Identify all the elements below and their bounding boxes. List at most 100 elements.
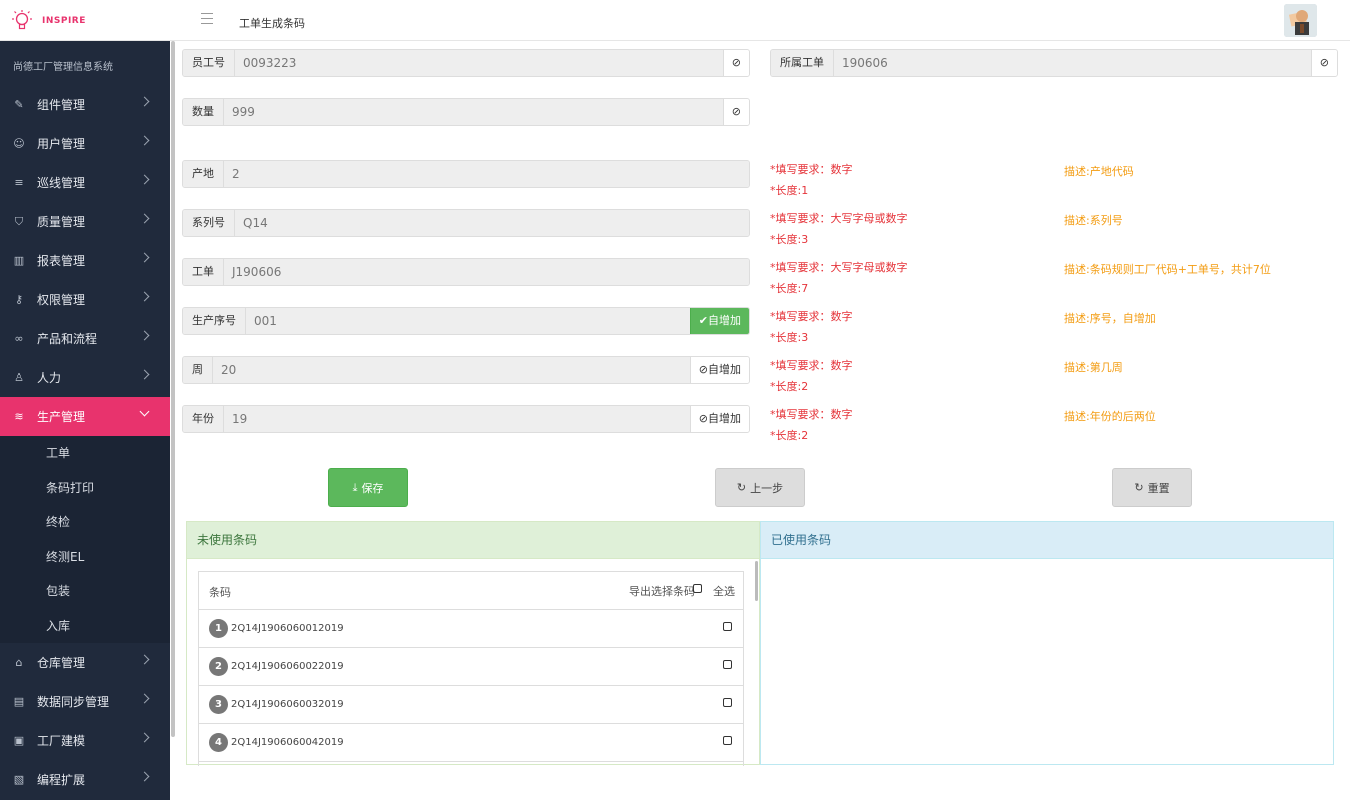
sidebar-item-top-3[interactable]: ⛉ 质量管理 bbox=[0, 202, 170, 241]
barcode-value: 2Q14J1906060032019 bbox=[231, 699, 344, 710]
work-order-ref-label: 所属工单 bbox=[771, 50, 834, 76]
series-req-text: *填写要求：大写字母或数字 bbox=[770, 212, 908, 225]
chevron-right-icon bbox=[139, 732, 150, 743]
table-row: 1 2Q14J1906060012019 bbox=[199, 610, 743, 648]
week-input[interactable]: 20 bbox=[213, 357, 690, 383]
row-checkbox[interactable] bbox=[723, 698, 732, 707]
sidebar-item-label: 质量管理 bbox=[37, 215, 86, 229]
select-all-label: 全选 bbox=[713, 585, 735, 598]
sidebar-item-top-4[interactable]: ▥ 报表管理 bbox=[0, 241, 170, 280]
week-req-text: *填写要求：数字 bbox=[770, 359, 853, 372]
save-button[interactable]: ⤓ 保存 bbox=[328, 468, 408, 507]
sidebar-subitem-2[interactable]: 终检 bbox=[0, 505, 170, 540]
quantity-label: 数量 bbox=[183, 99, 224, 125]
system-name: 尚德工厂管理信息系统 bbox=[13, 62, 113, 73]
row-checkbox[interactable] bbox=[723, 736, 732, 745]
prev-step-button-label: 上一步 bbox=[750, 481, 784, 495]
sidebar-item-top-1[interactable]: ☺ 用户管理 bbox=[0, 124, 170, 163]
user-icon: ♙ bbox=[14, 371, 24, 384]
sidebar-item-bottom-0[interactable]: ⌂ 仓库管理 bbox=[0, 643, 170, 682]
sidebar-subitem-4[interactable]: 包装 bbox=[0, 574, 170, 609]
sidebar-subitem-1[interactable]: 条码打印 bbox=[0, 471, 170, 506]
work-order-ref-clear-button[interactable]: ⊘ bbox=[1310, 50, 1337, 76]
sidebar-item-top-5[interactable]: ⚷ 权限管理 bbox=[0, 280, 170, 319]
year-field: 年份 19 ⊘自增加 bbox=[182, 405, 750, 433]
serial-input[interactable]: 001 bbox=[246, 308, 690, 334]
employee-no-clear-button[interactable]: ⊘ bbox=[722, 50, 749, 76]
sidebar-item-bottom-3[interactable]: ▧ 编程扩展 bbox=[0, 760, 170, 799]
avatar[interactable] bbox=[1284, 4, 1317, 37]
top-bar: INSPIRE 工单生成条码 bbox=[0, 0, 1350, 41]
year-description: 描述:年份的后两位 bbox=[1064, 410, 1156, 423]
sidebar-item-label: 报表管理 bbox=[37, 254, 86, 268]
work-order-requirement: *填写要求：大写字母或数字 *长度:7 bbox=[770, 257, 908, 299]
chevron-right-icon bbox=[139, 291, 150, 302]
sidebar-item-production[interactable]: ≋ 生产管理 bbox=[0, 397, 170, 436]
chevron-right-icon bbox=[139, 96, 150, 107]
employee-no-input[interactable]: 0093223 bbox=[235, 50, 723, 76]
row-number-badge: 3 bbox=[209, 695, 228, 714]
origin-input[interactable]: 2 bbox=[224, 161, 749, 187]
chevron-down-icon bbox=[139, 406, 150, 417]
sidebar-item-top-0[interactable]: ✎ 组件管理 bbox=[0, 85, 170, 124]
avatar-image-icon bbox=[1284, 4, 1317, 37]
year-len-text: *长度:2 bbox=[770, 429, 809, 442]
year-auto-increment-button[interactable]: ⊘自增加 bbox=[689, 406, 749, 432]
sidebar-subitem-0[interactable]: 工单 bbox=[0, 436, 170, 471]
year-requirement: *填写要求：数字 *长度:2 bbox=[770, 404, 853, 446]
year-label: 年份 bbox=[183, 406, 224, 432]
sidebar-item-top-7[interactable]: ♙ 人力 bbox=[0, 358, 170, 397]
origin-len-text: *长度:1 bbox=[770, 184, 809, 197]
quantity-clear-button[interactable]: ⊘ bbox=[722, 99, 749, 125]
work-order-ref-input[interactable]: 190606 bbox=[834, 50, 1311, 76]
logo[interactable]: INSPIRE bbox=[12, 8, 86, 34]
barcode-value: 2Q14J1906060012019 bbox=[231, 623, 344, 634]
serial-auto-increment-button[interactable]: ✔自增加 bbox=[689, 308, 749, 334]
table-row: 4 2Q14J1906060042019 bbox=[199, 724, 743, 762]
sidebar-item-bottom-2[interactable]: ▣ 工厂建模 bbox=[0, 721, 170, 760]
series-field: 系列号 Q14 bbox=[182, 209, 750, 237]
reset-button[interactable]: ↻ 重置 bbox=[1112, 468, 1192, 507]
week-description: 描述:第几周 bbox=[1064, 361, 1123, 374]
quantity-input[interactable]: 999 bbox=[224, 99, 723, 125]
sidebar-item-label: 用户管理 bbox=[37, 137, 86, 151]
sidebar-item-bottom-1[interactable]: ▤ 数据同步管理 bbox=[0, 682, 170, 721]
row-checkbox[interactable] bbox=[723, 660, 732, 669]
code-icon: ▧ bbox=[13, 773, 25, 786]
table-scrollbar[interactable] bbox=[755, 561, 758, 601]
work-order-req-text: *填写要求：大写字母或数字 bbox=[770, 261, 908, 274]
sidebar-subitem-3[interactable]: 终测EL bbox=[0, 540, 170, 575]
select-all-checkbox[interactable] bbox=[693, 584, 702, 593]
chevron-right-icon bbox=[139, 330, 150, 341]
series-label: 系列号 bbox=[183, 210, 235, 236]
chevron-right-icon bbox=[139, 771, 150, 782]
sidebar-item-top-2[interactable]: ≡ 巡线管理 bbox=[0, 163, 170, 202]
sidebar-subitem-5[interactable]: 入库 bbox=[0, 609, 170, 644]
table-row: 2 2Q14J1906060022019 bbox=[199, 648, 743, 686]
series-description: 描述:系列号 bbox=[1064, 214, 1123, 227]
export-selected-button[interactable]: 导出选择条码 bbox=[629, 583, 695, 599]
row-checkbox[interactable] bbox=[723, 622, 732, 631]
sidebar-item-label: 生产管理 bbox=[37, 410, 86, 424]
ban-icon: ⊘ bbox=[698, 412, 708, 425]
series-input[interactable]: Q14 bbox=[235, 210, 749, 236]
week-auto-increment-button[interactable]: ⊘自增加 bbox=[689, 357, 749, 383]
reset-button-label: 重置 bbox=[1147, 481, 1170, 495]
menu-toggle-icon[interactable] bbox=[201, 13, 213, 25]
prev-step-button[interactable]: ↻ 上一步 bbox=[715, 468, 805, 507]
puzzle-icon: ✎ bbox=[14, 98, 24, 111]
year-input[interactable]: 19 bbox=[224, 406, 690, 432]
refresh-icon: ↻ bbox=[1134, 481, 1144, 494]
unused-panel-title: 未使用条码 bbox=[187, 522, 759, 559]
serial-label: 生产序号 bbox=[183, 308, 246, 334]
serial-field: 生产序号 001 ✔自增加 bbox=[182, 307, 750, 335]
table-header: 条码 导出选择条码 全选 bbox=[199, 572, 743, 610]
work-order-input[interactable]: J190606 bbox=[224, 259, 749, 285]
sidebar-item-label: 编程扩展 bbox=[37, 773, 86, 787]
save-icon: ⤓ bbox=[352, 480, 358, 494]
layers-icon: ≋ bbox=[14, 410, 24, 423]
origin-req-text: *填写要求：数字 bbox=[770, 163, 853, 176]
employee-no-label: 员工号 bbox=[183, 50, 235, 76]
used-barcodes-panel: 已使用条码 bbox=[760, 521, 1334, 765]
sidebar-item-top-6[interactable]: ∞ 产品和流程 bbox=[0, 319, 170, 358]
